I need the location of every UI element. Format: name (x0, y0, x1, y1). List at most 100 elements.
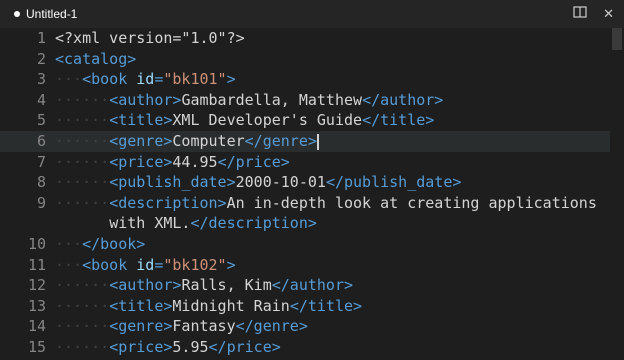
token-tag: </price> (208, 338, 281, 356)
line-number: 10 (27, 235, 46, 253)
code-line[interactable]: 8 ······<publish_date>2000-10-01</publish… (0, 172, 610, 193)
token-tag: <price> (109, 338, 173, 356)
token-tag: <genre> (109, 317, 173, 336)
indent-whitespace: ······ (55, 132, 110, 150)
line-number: 9 (36, 193, 46, 212)
code-line[interactable]: 10 ···</book> (0, 234, 610, 255)
token-txt: 44.95 (172, 152, 218, 171)
token-txt: Fantasy (172, 317, 236, 336)
line-number: 4 (36, 90, 46, 109)
code-text: ······<genre>Fantasy</genre> (46, 316, 308, 337)
code-text: ···<book id="bk102"> (46, 255, 236, 276)
code-text: ······<description>An in-depth look at c… (46, 193, 597, 214)
tab-title: Untitled-1 (26, 7, 78, 21)
scrollbar-thumb[interactable] (612, 28, 622, 50)
code-text: ······<author>Gambardella, Matthew</auth… (46, 90, 443, 111)
token-tag: </genre> (244, 132, 317, 150)
code-text: with XML.</description> (46, 213, 317, 234)
code-text: ······<genre>Computer</genre> (46, 131, 319, 152)
line-number: 5 (36, 111, 46, 130)
token-tag: <book (82, 255, 137, 274)
token-attr: id (136, 255, 155, 274)
code-line[interactable]: with XML.</description> (0, 213, 610, 234)
token-tag: <book (82, 70, 137, 89)
editor-actions: ✕ (573, 0, 614, 28)
token-pi: <?xml version="1.0"?> (55, 29, 245, 47)
code-text: ···<book id="bk101"> (46, 69, 236, 90)
token-tag: <catalog> (55, 49, 137, 68)
token-txt: 5.95 (172, 338, 209, 356)
code-line[interactable]: 5 ······<title>XML Developer's Guide</tit… (0, 110, 610, 131)
token-tag: </publish_date> (325, 173, 462, 192)
token-tag: </description> (190, 214, 317, 233)
code-line[interactable]: 14 ······<genre>Fantasy</genre> (0, 316, 610, 337)
indent-whitespace: ··· (55, 70, 83, 89)
code-line[interactable]: 6 ······<genre>Computer</genre> (0, 131, 610, 152)
indent-whitespace: ··· (55, 255, 83, 274)
tab-bar: Untitled-1 ✕ (0, 0, 624, 28)
line-number: 6 (36, 132, 46, 150)
code-text: ······<title>Midnight Rain</title> (46, 296, 362, 317)
token-tag: <publish_date> (109, 173, 236, 192)
token-tag: </author> (271, 276, 354, 295)
code-text: <?xml version="1.0"?> (46, 28, 245, 49)
token-tag: <title> (109, 111, 173, 130)
token-tag: </book> (82, 235, 146, 253)
code-line[interactable]: 4 ······<author>Gambardella, Matthew</aut… (0, 90, 610, 111)
indent-whitespace: ··· (55, 235, 83, 253)
code-line[interactable]: 2 <catalog> (0, 49, 610, 70)
token-tag: </title> (362, 111, 435, 130)
unsaved-dot-icon (14, 11, 20, 17)
line-number: 11 (27, 255, 46, 274)
close-icon[interactable]: ✕ (603, 7, 614, 22)
code-text: ······<price>5.95</price> (46, 337, 281, 358)
code-editor[interactable]: 1 <?xml version="1.0"?> 2 <catalog> 3 ···<boo… (0, 28, 624, 360)
token-attr: id (136, 70, 155, 89)
code-line[interactable]: 1 <?xml version="1.0"?> (0, 28, 610, 49)
code-line[interactable]: 12 ······<author>Ralls, Kim</author> (0, 275, 610, 296)
code-line[interactable]: 7 ······<price>44.95</price> (0, 152, 610, 173)
token-tag: <genre> (109, 132, 173, 150)
token-tag: <price> (109, 152, 173, 171)
indent-whitespace: ······ (55, 193, 110, 212)
line-number: 14 (27, 317, 46, 336)
token-txt: with XML. (109, 214, 191, 233)
token-txt: Computer (172, 132, 245, 150)
token-tag: <author> (109, 90, 182, 109)
line-number: 13 (27, 296, 46, 315)
token-tag: </title> (289, 296, 363, 315)
indent-whitespace: ······ (55, 296, 110, 315)
split-editor-icon[interactable] (573, 5, 587, 23)
indent-whitespace: ······ (55, 152, 110, 171)
vertical-scrollbar[interactable] (610, 28, 624, 360)
token-tag: </price> (217, 152, 290, 171)
code-line[interactable]: 13 ······<title>Midnight Rain</title> (0, 296, 610, 317)
token-str: "bk102" (163, 255, 227, 274)
token-tag: > (226, 70, 236, 89)
tab-untitled-1[interactable]: Untitled-1 (0, 0, 92, 28)
indent-whitespace: ······ (55, 338, 110, 356)
token-tag: </genre> (235, 317, 308, 336)
code-line[interactable]: 15 ······<price>5.95</price> (0, 337, 610, 358)
indent-whitespace: ······ (55, 173, 110, 192)
token-txt: XML Developer's Guide (172, 111, 363, 130)
code-text: ······<publish_date>2000-10-01</publish_… (46, 172, 461, 193)
text-cursor (316, 133, 319, 150)
code-line[interactable]: 11 ···<book id="bk102"> (0, 255, 610, 276)
code-text: ······<price>44.95</price> (46, 152, 290, 173)
line-number: 12 (27, 276, 46, 295)
token-tag: <title> (109, 296, 173, 315)
line-number: 3 (36, 70, 46, 89)
code-line[interactable]: 9 ······<description>An in-depth look at … (0, 193, 610, 214)
token-txt: An in-depth look at creating application… (226, 193, 597, 212)
code-line[interactable]: 3 ···<book id="bk101"> (0, 69, 610, 90)
indent-whitespace: ······ (55, 111, 110, 130)
token-txt: Ralls, Kim (181, 276, 272, 295)
code-text: ······<title>XML Developer's Guide</titl… (46, 110, 434, 131)
indent-whitespace: ······ (55, 317, 110, 336)
code-text: <catalog> (46, 49, 136, 70)
line-number: 15 (27, 338, 46, 356)
code-text: ······<author>Ralls, Kim</author> (46, 275, 353, 296)
token-str: "bk101" (163, 70, 227, 89)
